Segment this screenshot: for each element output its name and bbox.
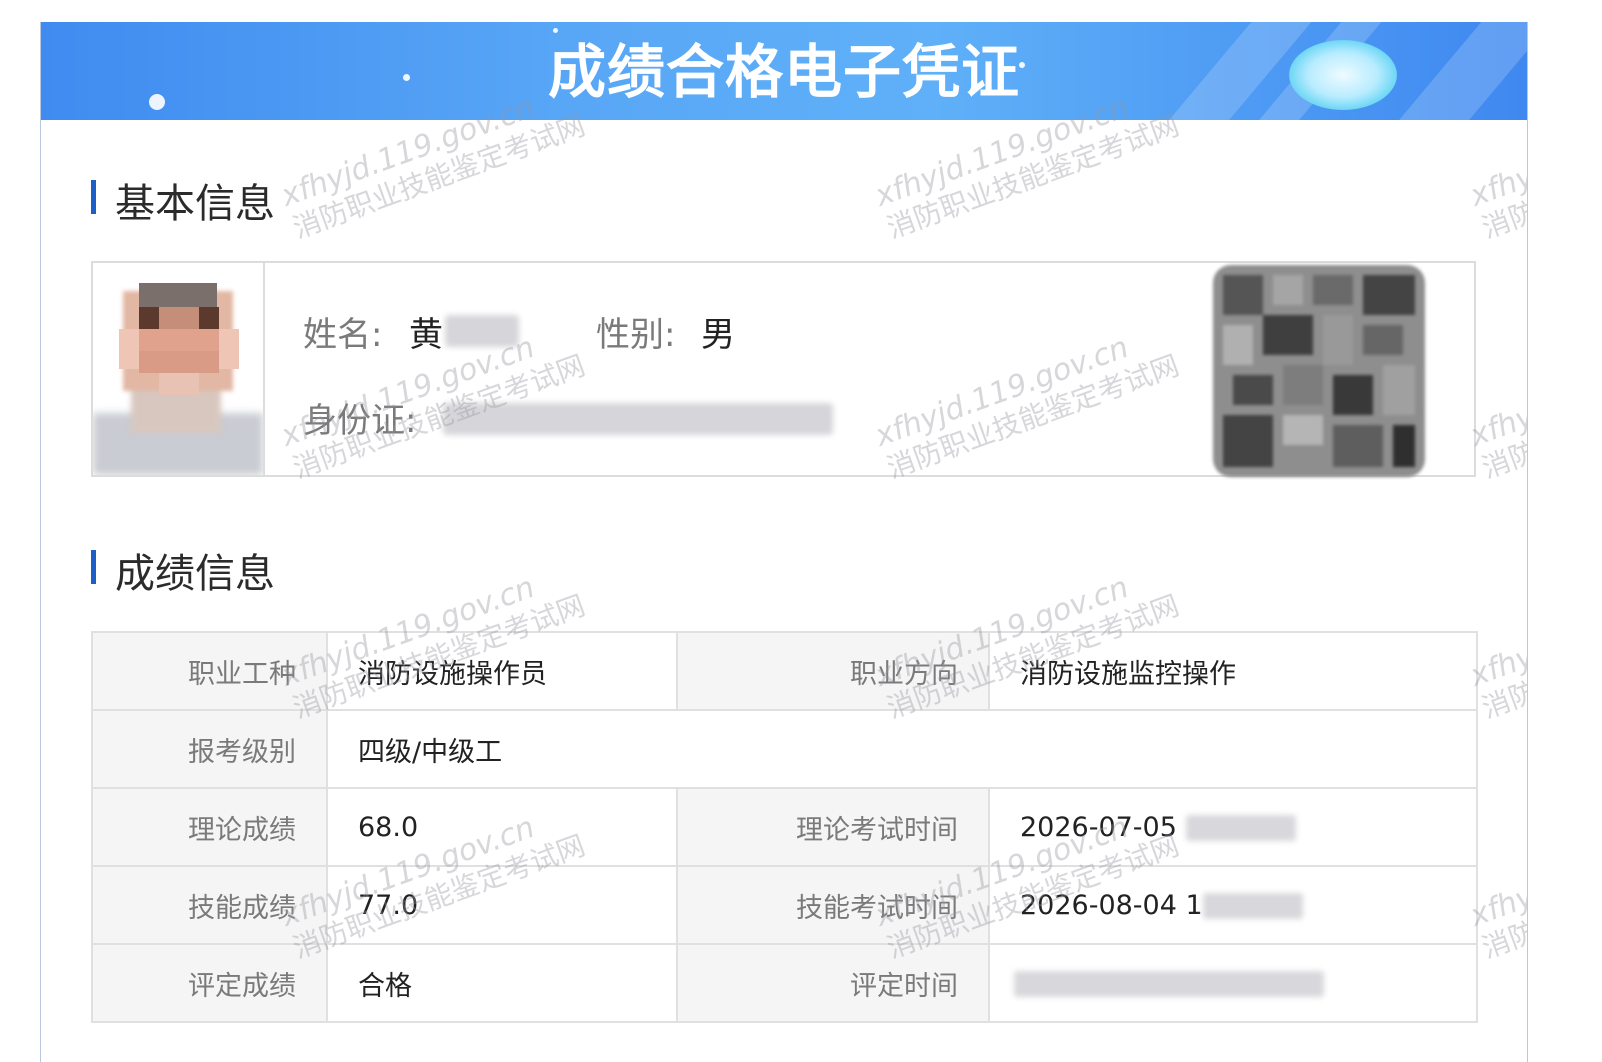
level-value: 四级/中级工: [326, 709, 1478, 789]
theory-time-cell: 2026-07-05: [988, 787, 1478, 867]
table-row: 报考级别 四级/中级工: [91, 709, 1478, 789]
theory-score-value: 68.0: [326, 787, 678, 867]
direction-label: 职业方向: [676, 631, 990, 711]
theory-time-value: 2026-07-05: [1020, 811, 1177, 843]
eval-result-label: 评定成绩: [91, 943, 328, 1023]
eval-time-redaction: [1014, 971, 1324, 997]
id-label: 身份证:: [303, 401, 417, 441]
skill-score-label: 技能成绩: [91, 865, 328, 945]
section-title-basic: 基本信息: [115, 181, 275, 227]
section-title-score: 成绩信息: [115, 551, 275, 597]
skill-time-cell: 2026-08-04 1: [988, 865, 1478, 945]
gender-label: 性别:: [596, 315, 676, 355]
theory-time-label: 理论考试时间: [676, 787, 990, 867]
skill-score-value[interactable]: 77.0: [326, 865, 678, 945]
eval-time-cell: [988, 943, 1478, 1023]
score-table: 职业工种 消防设施操作员 职业方向 消防设施监控操作 报考级别 四级/中级工 理…: [91, 631, 1478, 1023]
table-row: 技能成绩 77.0 技能考试时间 2026-08-04 1: [91, 865, 1478, 945]
basic-info-panel: 姓名: 黄 性别: 男 身份证:: [91, 261, 1476, 477]
name-label: 姓名:: [303, 315, 383, 355]
table-row: 理论成绩 68.0 理论考试时间 2026-07-05: [91, 787, 1478, 867]
section-accent-bar: [91, 550, 96, 584]
level-label: 报考级别: [91, 709, 328, 789]
theory-time-redaction: [1185, 815, 1296, 841]
avatar: [93, 263, 265, 475]
table-row: 职业工种 消防设施操作员 职业方向 消防设施监控操作: [91, 631, 1478, 711]
table-row: 评定成绩 合格 评定时间: [91, 943, 1478, 1023]
id-redaction: [443, 403, 833, 435]
occupation-value: 消防设施操作员: [326, 631, 678, 711]
direction-value: 消防设施监控操作: [988, 631, 1478, 711]
eval-result-value: 合格: [326, 943, 678, 1023]
name-redaction: [445, 315, 519, 347]
skill-time-value: 2026-08-04 1: [1020, 889, 1203, 921]
certificate-card: 成绩合格电子凭证 基本信息 姓名: 黄 性别: 男 身份证: 成绩信息 职业工种…: [40, 22, 1528, 1062]
occupation-label: 职业工种: [91, 631, 328, 711]
section-accent-bar: [91, 180, 96, 214]
certificate-banner: 成绩合格电子凭证: [41, 22, 1527, 120]
qr-code-icon: [1213, 265, 1425, 477]
page-title: 成绩合格电子凭证: [547, 38, 1020, 106]
theory-score-label: 理论成绩: [91, 787, 328, 867]
name-value: 黄: [409, 315, 443, 355]
skill-time-label: 技能考试时间: [676, 865, 990, 945]
eval-time-label: 评定时间: [676, 943, 990, 1023]
gender-value: 男: [701, 315, 735, 355]
skill-time-redaction: [1202, 893, 1303, 919]
